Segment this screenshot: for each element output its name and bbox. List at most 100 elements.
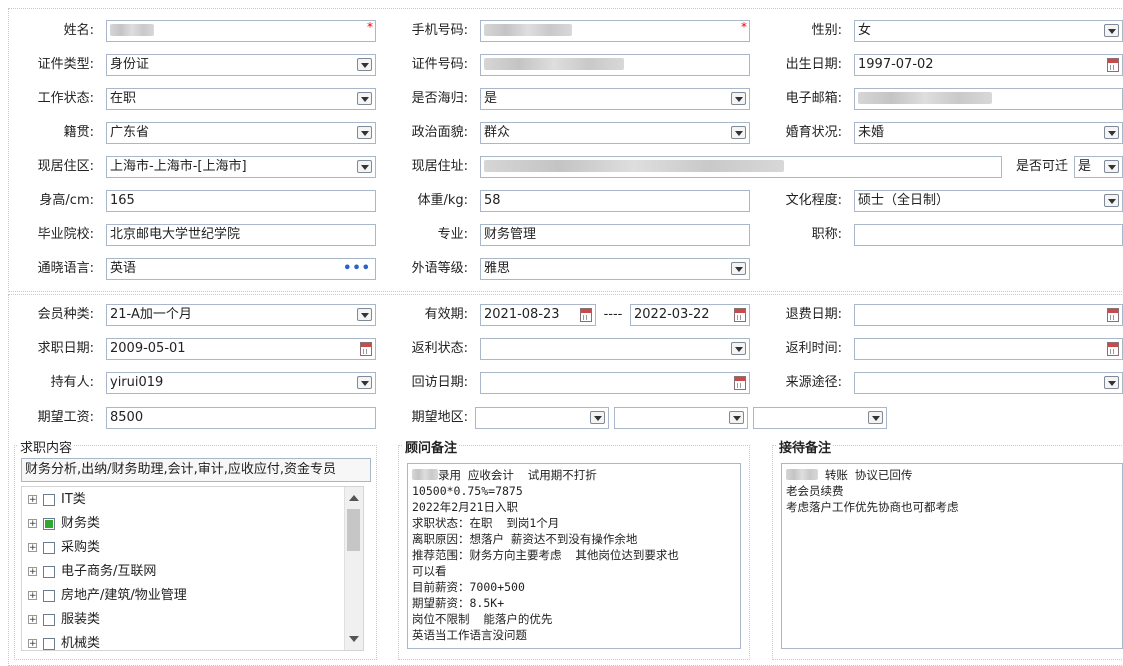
work-status-select[interactable]: 在职: [106, 88, 376, 110]
relocate-select[interactable]: 是: [1074, 156, 1123, 178]
name-label: 姓名:: [63, 23, 94, 38]
refund-date-field[interactable]: [854, 304, 1123, 326]
id-no-label: 证件号码:: [411, 57, 468, 72]
rebate-time-field[interactable]: [854, 338, 1123, 360]
language-field[interactable]: 英语 •••: [106, 258, 376, 280]
source-select[interactable]: [854, 372, 1123, 394]
chevron-down-icon[interactable]: [731, 126, 746, 139]
chevron-down-icon[interactable]: [357, 58, 372, 71]
tree-item[interactable]: + 财务类: [28, 512, 100, 536]
tree-scrollbar[interactable]: [344, 487, 363, 650]
chevron-down-icon[interactable]: [357, 160, 372, 173]
returnee-value: 是: [484, 91, 498, 106]
tree-item[interactable]: + IT类: [28, 488, 86, 512]
calendar-icon[interactable]: [1107, 58, 1119, 72]
job-category-tree: + IT类 + 财务类 + 采购类 + 电子商务/互联网 + 房地产/建筑/物业管理 + 服装类 + 机械…: [21, 486, 364, 651]
expand-icon[interactable]: +: [28, 639, 37, 649]
expand-icon[interactable]: +: [28, 591, 37, 601]
tree-item[interactable]: + 房地产/建筑/物业管理: [28, 584, 187, 608]
chevron-down-icon[interactable]: [731, 342, 746, 355]
member-type-select[interactable]: 21-A加一个月: [106, 304, 376, 326]
chevron-down-icon[interactable]: [357, 308, 372, 321]
chevron-down-icon[interactable]: [1104, 376, 1119, 389]
title-field[interactable]: [854, 224, 1123, 246]
returnee-select[interactable]: 是: [480, 88, 750, 110]
job-date-field[interactable]: 2009-05-01: [106, 338, 376, 360]
calendar-icon[interactable]: [1107, 342, 1119, 356]
chevron-down-icon[interactable]: [731, 92, 746, 105]
reception-notes-title: 接待备注: [777, 437, 834, 456]
calendar-icon[interactable]: [734, 308, 746, 322]
chevron-down-icon[interactable]: [868, 411, 883, 424]
scroll-down-icon[interactable]: [349, 636, 359, 642]
checkbox[interactable]: [43, 637, 55, 650]
checkbox[interactable]: [43, 517, 55, 530]
chevron-down-icon[interactable]: [357, 92, 372, 105]
expand-icon[interactable]: +: [28, 615, 37, 625]
expand-icon[interactable]: +: [28, 519, 37, 529]
expand-icon[interactable]: +: [28, 495, 37, 505]
expand-icon[interactable]: +: [28, 543, 37, 553]
gender-select[interactable]: 女: [854, 20, 1123, 42]
chevron-down-icon[interactable]: [729, 411, 744, 424]
checkbox[interactable]: [43, 589, 55, 602]
marital-select[interactable]: 未婚: [854, 122, 1123, 144]
chevron-down-icon[interactable]: [1104, 160, 1119, 173]
region-district-select[interactable]: [753, 407, 887, 429]
id-no-field[interactable]: [480, 54, 750, 76]
weight-field[interactable]: 58: [480, 190, 750, 212]
scroll-up-icon[interactable]: [349, 495, 359, 501]
chevron-down-icon[interactable]: [731, 262, 746, 275]
calendar-icon[interactable]: [734, 376, 746, 390]
valid-to-field[interactable]: 2022-03-22: [630, 304, 750, 326]
scroll-thumb[interactable]: [347, 509, 360, 551]
weight-value: 58: [484, 193, 501, 208]
chevron-down-icon[interactable]: [1104, 126, 1119, 139]
returnee-label: 是否海归:: [411, 91, 468, 106]
rebate-status-select[interactable]: [480, 338, 750, 360]
foreign-level-select[interactable]: 雅思: [480, 258, 750, 280]
residence-area-select[interactable]: 上海市-上海市-[上海市]: [106, 156, 376, 178]
chevron-down-icon[interactable]: [1104, 24, 1119, 37]
expand-icon[interactable]: +: [28, 567, 37, 577]
tree-item[interactable]: + 采购类: [28, 536, 100, 560]
chevron-down-icon[interactable]: [590, 411, 605, 424]
region-label: 期望地区:: [411, 410, 468, 425]
height-field[interactable]: 165: [106, 190, 376, 212]
tree-item[interactable]: + 服装类: [28, 608, 100, 632]
mobile-field[interactable]: *: [480, 20, 750, 42]
education-label: 文化程度:: [785, 193, 842, 208]
consultant-notes-textarea[interactable]: 录用 应收会计 试用期不打折 10500*0.75%=7875 2022年2月2…: [407, 463, 741, 649]
job-date-label: 求职日期:: [37, 341, 94, 356]
more-icon[interactable]: •••: [343, 259, 371, 279]
calendar-icon[interactable]: [580, 308, 592, 322]
holder-select[interactable]: yirui019: [106, 372, 376, 394]
chevron-down-icon[interactable]: [1104, 194, 1119, 207]
checkbox[interactable]: [43, 613, 55, 626]
tree-item[interactable]: + 机械类: [28, 632, 100, 650]
political-select[interactable]: 群众: [480, 122, 750, 144]
name-field[interactable]: *: [106, 20, 376, 42]
checkbox[interactable]: [43, 565, 55, 578]
valid-from-field[interactable]: 2021-08-23: [480, 304, 596, 326]
major-field[interactable]: 财务管理: [480, 224, 750, 246]
email-field[interactable]: [854, 88, 1123, 110]
education-select[interactable]: 硕士（全日制）: [854, 190, 1123, 212]
id-type-select[interactable]: 身份证: [106, 54, 376, 76]
chevron-down-icon[interactable]: [357, 376, 372, 389]
calendar-icon[interactable]: [360, 342, 372, 356]
reception-notes-textarea[interactable]: 转账 协议已回传 老会员续费 考虑落户工作优先协商也可都考虑: [781, 463, 1123, 649]
school-field[interactable]: 北京邮电大学世纪学院: [106, 224, 376, 246]
region-city-select[interactable]: [614, 407, 748, 429]
calendar-icon[interactable]: [1107, 308, 1119, 322]
address-field[interactable]: [480, 156, 1002, 178]
checkbox[interactable]: [43, 493, 55, 506]
tree-item[interactable]: + 电子商务/互联网: [28, 560, 156, 584]
checkbox[interactable]: [43, 541, 55, 554]
native-select[interactable]: 广东省: [106, 122, 376, 144]
birth-date-field[interactable]: 1997-07-02: [854, 54, 1123, 76]
region-province-select[interactable]: [475, 407, 609, 429]
chevron-down-icon[interactable]: [357, 126, 372, 139]
visit-date-field[interactable]: [480, 372, 750, 394]
salary-field[interactable]: 8500: [106, 407, 376, 429]
